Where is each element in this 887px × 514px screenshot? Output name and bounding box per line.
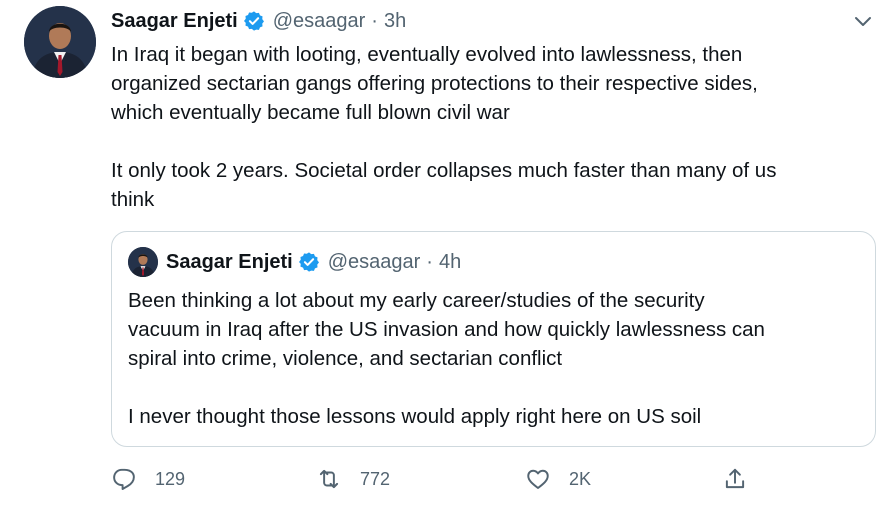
quoted-author-name: Saagar Enjeti [166, 250, 293, 273]
quoted-timestamp: 4h [438, 250, 462, 273]
author-handle[interactable]: @esaagar [273, 10, 366, 33]
quoted-avatar [128, 247, 158, 277]
author-name[interactable]: Saagar Enjeti [111, 10, 238, 33]
share-icon [722, 466, 748, 492]
verified-badge-icon [298, 251, 320, 273]
timestamp[interactable]: 3h [384, 10, 406, 33]
tweet[interactable]: Saagar Enjeti @esaagar · 3h In Iraq it b… [0, 0, 887, 514]
reply-button[interactable]: 129 [111, 462, 185, 496]
quoted-header: Saagar Enjeti @esaagar · 4h [166, 248, 461, 276]
avatar[interactable] [24, 6, 96, 78]
tweet-text: In Iraq it began with looting, eventuall… [111, 43, 777, 211]
quoted-text: Been thinking a lot about my early caree… [128, 289, 765, 428]
heart-icon [525, 466, 551, 492]
retweet-button[interactable]: 772 [316, 462, 390, 496]
like-count: 2K [569, 468, 592, 489]
reply-icon [111, 466, 137, 492]
reply-count: 129 [155, 468, 186, 489]
chevron-down-icon[interactable] [851, 9, 875, 33]
quoted-author-handle: @esaagar [327, 250, 421, 273]
tweet-header: Saagar Enjeti @esaagar · 3h [111, 8, 406, 34]
retweet-icon [316, 466, 342, 492]
quoted-tweet[interactable]: Saagar Enjeti @esaagar · 4h Been thinkin… [111, 231, 876, 447]
like-button[interactable]: 2K [525, 462, 591, 496]
separator-dot: · [426, 250, 433, 273]
action-bar: 129 772 2K [111, 462, 771, 496]
verified-badge-icon [243, 10, 265, 32]
retweet-count: 772 [360, 468, 391, 489]
share-button[interactable] [722, 462, 748, 496]
separator-dot: · [371, 9, 378, 32]
